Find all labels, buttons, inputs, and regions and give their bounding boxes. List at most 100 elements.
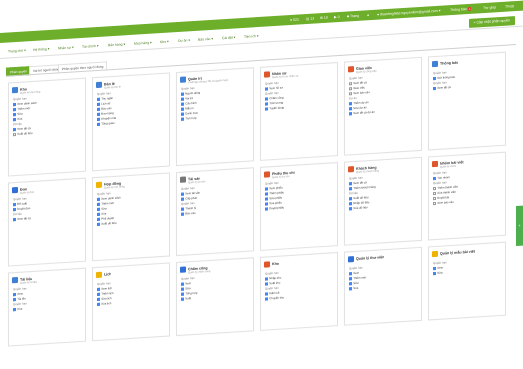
permission-checkbox[interactable] (97, 97, 100, 101)
permission-checkbox[interactable] (13, 133, 16, 137)
menu-item[interactable]: Tiện ích ▾ (244, 33, 259, 41)
menu-item[interactable]: Trang chủ ▾ (8, 47, 26, 55)
permission-checkbox[interactable] (349, 187, 352, 191)
permission-checkbox[interactable] (265, 102, 268, 106)
update-permissions-button[interactable]: + Cập nhật phân quyền (468, 16, 515, 28)
permission-checkbox[interactable] (181, 287, 184, 291)
permission-checkbox[interactable] (433, 77, 436, 81)
permission-checkbox[interactable] (433, 177, 436, 181)
permission-checkbox[interactable] (349, 182, 352, 186)
permission-checkbox[interactable] (265, 87, 268, 91)
logout-link[interactable]: Thoát (505, 1, 514, 12)
permission-checkbox[interactable] (97, 302, 100, 306)
permission-checkbox[interactable] (13, 128, 16, 132)
permission-checkbox[interactable] (433, 197, 436, 201)
permission-checkbox[interactable] (97, 117, 100, 121)
permission-checkbox[interactable] (181, 297, 184, 301)
topbar-item[interactable]: ■ Trang (347, 11, 359, 22)
permission-checkbox[interactable] (265, 97, 268, 101)
permission-checkbox[interactable] (181, 192, 184, 196)
permission-checkbox[interactable] (349, 207, 352, 211)
permission-checkbox[interactable] (265, 192, 268, 196)
permission-checkbox[interactable] (97, 212, 100, 216)
topbar-item[interactable]: ▶ 0 (334, 12, 340, 22)
permission-checkbox[interactable] (349, 277, 352, 281)
menu-item[interactable]: Hệ thống ▾ (33, 46, 49, 54)
permission-checkbox[interactable] (265, 277, 268, 281)
permission-checkbox[interactable] (349, 197, 352, 201)
permission-checkbox[interactable] (181, 197, 184, 201)
permission-checkbox[interactable] (13, 208, 16, 212)
permission-checkbox[interactable] (13, 218, 16, 222)
permission-checkbox[interactable] (265, 292, 268, 296)
menu-item[interactable]: Kho ▾ (160, 39, 169, 47)
permission-checkbox[interactable] (97, 107, 100, 111)
notifications-link[interactable]: Thông báo 1 (450, 4, 472, 15)
permission-checkbox[interactable] (265, 207, 268, 211)
permission-checkbox[interactable] (97, 202, 100, 206)
permission-checkbox[interactable] (97, 207, 100, 211)
permission-checkbox[interactable] (13, 293, 16, 297)
permission-checkbox[interactable] (349, 92, 352, 96)
menu-item[interactable]: Cài đặt ▾ (222, 34, 235, 42)
permission-checkbox[interactable] (97, 112, 100, 116)
menu-item[interactable]: Bán hàng ▾ (108, 41, 125, 49)
permission-checkbox[interactable] (181, 207, 184, 211)
permission-checkbox[interactable] (97, 222, 100, 226)
permission-checkbox[interactable] (349, 102, 352, 106)
permission-checkbox[interactable] (181, 212, 184, 216)
permission-checkbox[interactable] (181, 92, 184, 96)
topbar-item[interactable]: ✉ 10 (320, 13, 328, 23)
permission-checkbox[interactable] (181, 107, 184, 111)
permission-checkbox[interactable] (433, 87, 436, 91)
permission-checkbox[interactable] (13, 118, 16, 122)
menu-item[interactable]: Dự án ▾ (178, 37, 190, 45)
permission-checkbox[interactable] (349, 87, 352, 91)
menu-item[interactable]: Nhân sự ▾ (58, 44, 74, 52)
permission-checkbox[interactable] (13, 203, 16, 207)
permission-checkbox[interactable] (97, 197, 100, 201)
permission-checkbox[interactable] (181, 292, 184, 296)
permission-checkbox[interactable] (349, 287, 352, 291)
permission-checkbox[interactable] (349, 282, 352, 286)
permission-checkbox[interactable] (97, 217, 100, 221)
permission-checkbox[interactable] (433, 272, 436, 276)
account-menu[interactable]: ● doanhnghiep.nguyenkim@gmail.com ▾ (377, 6, 440, 20)
permission-checkbox[interactable] (349, 202, 352, 206)
permission-checkbox[interactable] (265, 202, 268, 206)
menu-item[interactable]: Báo cáo ▾ (198, 36, 213, 44)
permission-checkbox[interactable] (265, 107, 268, 111)
permission-checkbox[interactable] (181, 282, 184, 286)
permission-checkbox[interactable] (97, 102, 100, 106)
permission-checkbox[interactable] (13, 113, 16, 117)
topbar-item[interactable]: ▤ 13 (306, 14, 314, 25)
permission-checkbox[interactable] (349, 272, 352, 276)
permission-checkbox[interactable] (265, 282, 268, 286)
permission-checkbox[interactable] (13, 298, 16, 302)
permission-checkbox[interactable] (13, 108, 16, 112)
permission-checkbox[interactable] (265, 197, 268, 201)
permission-checkbox[interactable] (97, 287, 100, 291)
permission-checkbox[interactable] (13, 103, 16, 107)
permission-checkbox[interactable] (265, 187, 268, 191)
permission-checkbox[interactable] (433, 192, 436, 196)
permission-checkbox[interactable] (433, 187, 436, 191)
permission-checkbox[interactable] (433, 267, 436, 271)
permission-checkbox[interactable] (181, 97, 184, 101)
permission-checkbox[interactable] (13, 308, 16, 312)
permission-checkbox[interactable] (181, 117, 184, 121)
menu-item[interactable]: Tài chính ▾ (82, 43, 99, 51)
permission-checkbox[interactable] (97, 122, 100, 126)
help-link[interactable]: Trợ giúp (483, 2, 496, 13)
permission-checkbox[interactable] (349, 107, 352, 111)
permission-checkbox[interactable] (97, 292, 100, 296)
permission-checkbox[interactable] (433, 202, 436, 206)
menu-item[interactable]: Mua hàng ▾ (134, 40, 152, 48)
permission-checkbox[interactable] (181, 112, 184, 116)
permission-checkbox[interactable] (97, 297, 100, 301)
permission-checkbox[interactable] (349, 82, 352, 86)
topbar-item[interactable]: ● 021 (290, 14, 299, 25)
permission-checkbox[interactable] (349, 112, 352, 116)
permission-checkbox[interactable] (265, 297, 268, 301)
side-expand-tab[interactable]: + (516, 205, 523, 247)
